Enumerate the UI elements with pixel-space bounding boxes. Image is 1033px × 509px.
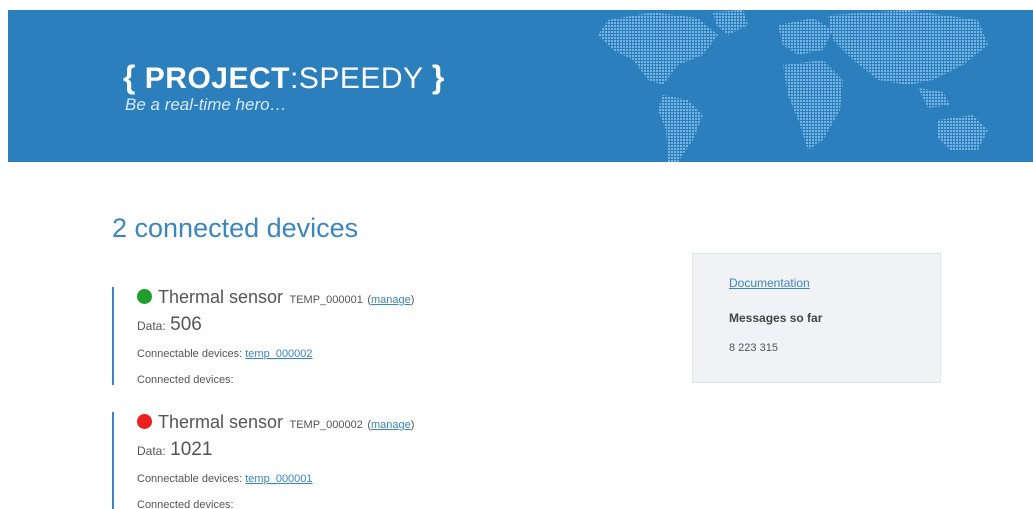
messages-label: Messages so far xyxy=(729,311,823,325)
info-panel: Documentation Messages so far 8 223 315 xyxy=(692,253,941,383)
manage-link[interactable]: manage xyxy=(371,419,411,431)
brace-close: } xyxy=(431,59,445,95)
page-title: 2 connected devices xyxy=(112,213,359,243)
device-title: Thermal sensor TEMP_000002 (manage) xyxy=(137,412,414,433)
messages-value: 8 223 315 xyxy=(729,342,778,354)
status-dot-icon xyxy=(137,414,152,429)
brand-logo: { PROJECT:SPEEDY } Be a real-time hero… xyxy=(123,60,445,115)
data-label: Data: xyxy=(137,319,166,333)
connectable-devices: Connectable devices: temp_000001 xyxy=(137,473,313,485)
device-id: TEMP_000001 xyxy=(289,294,363,306)
world-map-graphic xyxy=(598,10,988,162)
documentation-link[interactable]: Documentation xyxy=(729,276,810,290)
tagline: Be a real-time hero… xyxy=(125,95,287,114)
device-data: Data: 1021 xyxy=(137,439,212,461)
connectable-label: Connectable devices: xyxy=(137,348,243,360)
device-title: Thermal sensor TEMP_000001 (manage) xyxy=(137,287,414,308)
connectable-device-link[interactable]: temp_000001 xyxy=(245,473,312,485)
connected-devices-label: Connected devices: xyxy=(137,374,234,386)
device-card: Thermal sensor TEMP_000002 (manage) Data… xyxy=(112,412,532,509)
status-dot-icon xyxy=(137,289,152,304)
connectable-device-link[interactable]: temp_000002 xyxy=(245,348,312,360)
data-value: 1021 xyxy=(170,439,213,460)
brand-bold: PROJECT xyxy=(144,62,290,95)
device-card: Thermal sensor TEMP_000001 (manage) Data… xyxy=(112,287,532,386)
device-name: Thermal sensor xyxy=(158,287,284,307)
page: { PROJECT:SPEEDY } Be a real-time hero… … xyxy=(0,0,1033,509)
brand-light: :SPEEDY xyxy=(290,62,424,95)
header-banner: { PROJECT:SPEEDY } Be a real-time hero… xyxy=(8,10,1033,162)
brace-open: { xyxy=(123,59,136,95)
device-name: Thermal sensor xyxy=(158,412,284,432)
manage-link[interactable]: manage xyxy=(371,294,411,306)
data-value: 506 xyxy=(170,314,202,335)
connected-devices-label: Connected devices: xyxy=(137,499,234,509)
brand-title: { PROJECT:SPEEDY } xyxy=(123,60,445,96)
device-data: Data: 506 xyxy=(137,314,202,336)
connectable-devices: Connectable devices: temp_000002 xyxy=(137,348,313,360)
connectable-label: Connectable devices: xyxy=(137,473,243,485)
data-label: Data: xyxy=(137,444,166,458)
device-id: TEMP_000002 xyxy=(289,419,363,431)
